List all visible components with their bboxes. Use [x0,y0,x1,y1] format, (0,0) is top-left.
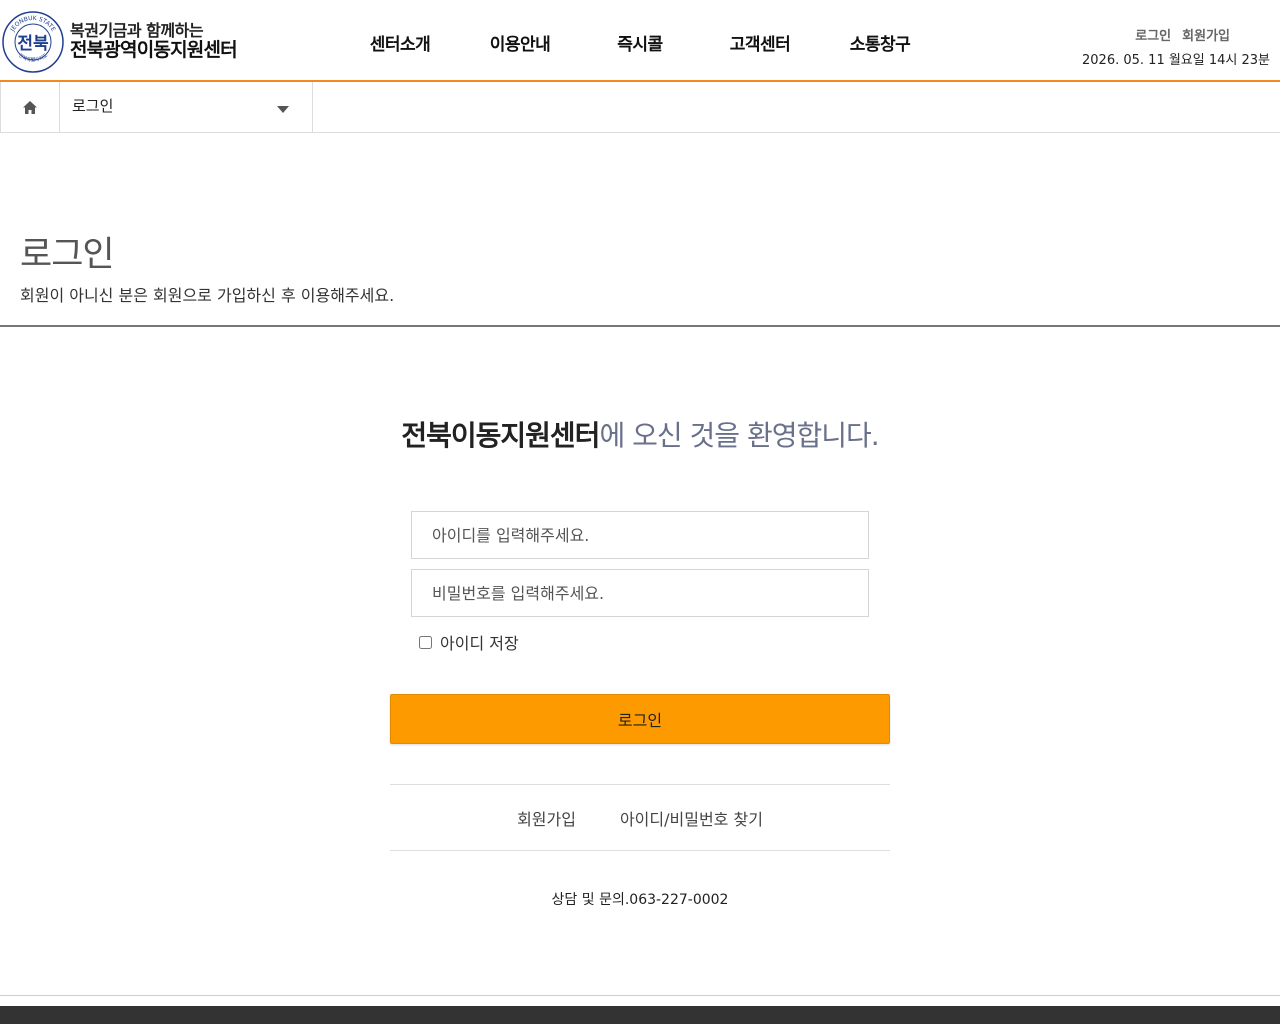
header-login-link[interactable]: 로그인 [1135,25,1171,44]
login-button[interactable]: 로그인 [390,694,890,744]
nav-item-center-intro[interactable]: 센터소개 [340,30,460,55]
logo-title: 전북광역이동지원센터 [70,39,238,62]
nav-item-usage-guide[interactable]: 이용안내 [460,30,580,55]
page-description: 회원이 아니신 분은 회원으로 가입하신 후 이용해주세요. [20,286,395,305]
welcome-text: 에 오신 것을 환영합니다. [599,419,879,452]
password-input[interactable] [411,569,869,617]
breadcrumb: 로그인 [0,82,1280,133]
title-divider [0,325,1280,327]
header-join-link[interactable]: 회원가입 [1182,25,1230,44]
logo-text: 복권기금과 함께하는 전북광역이동지원센터 [70,20,238,62]
nav-item-customer-center[interactable]: 고객센터 [700,30,820,55]
find-account-link[interactable]: 아이디/비밀번호 찾기 [620,806,763,830]
breadcrumb-dropdown[interactable]: 로그인 [60,82,313,132]
site-footer [0,1006,1280,1024]
seal-text: 전북 [17,34,49,54]
chevron-down-icon [277,106,289,113]
current-datetime: 2026. 05. 11 월요일 14시 23분 [1082,53,1270,68]
contact-info: 상담 및 문의.063-227-0002 [551,892,729,908]
site-logo[interactable]: JEONBUK STATE 전북특별자치도 전북 복권기금과 함께하는 전북광역… [2,10,246,74]
page-title: 로그인 [20,235,115,275]
site-header: JEONBUK STATE 전북특별자치도 전북 복권기금과 함께하는 전북광역… [0,0,1280,82]
home-button[interactable] [0,82,60,132]
welcome-center-name: 전북이동지원센터 [401,419,600,452]
save-id-row: 아이디 저장 [419,630,519,654]
nav-item-instant-call[interactable]: 즉시콜 [580,30,700,55]
nav-item-communication[interactable]: 소통창구 [820,30,940,55]
id-input[interactable] [411,511,869,559]
jeonbuk-seal-logo: JEONBUK STATE 전북특별자치도 전북 [2,11,64,73]
breadcrumb-current: 로그인 [72,97,114,115]
footer-divider [0,995,1280,996]
account-links: 회원가입 아이디/비밀번호 찾기 [390,784,890,851]
home-icon [23,100,37,114]
save-id-checkbox[interactable] [419,635,432,649]
join-link[interactable]: 회원가입 [517,806,576,830]
utility-links: 로그인 회원가입 [1135,25,1230,44]
welcome-message: 전북이동지원센터에 오신 것을 환영합니다. [0,414,1280,454]
save-id-label[interactable]: 아이디 저장 [440,630,519,654]
main-navigation: 센터소개 이용안내 즉시콜 고객센터 소통창구 [340,30,940,55]
logo-tagline: 복권기금과 함께하는 [70,20,204,40]
